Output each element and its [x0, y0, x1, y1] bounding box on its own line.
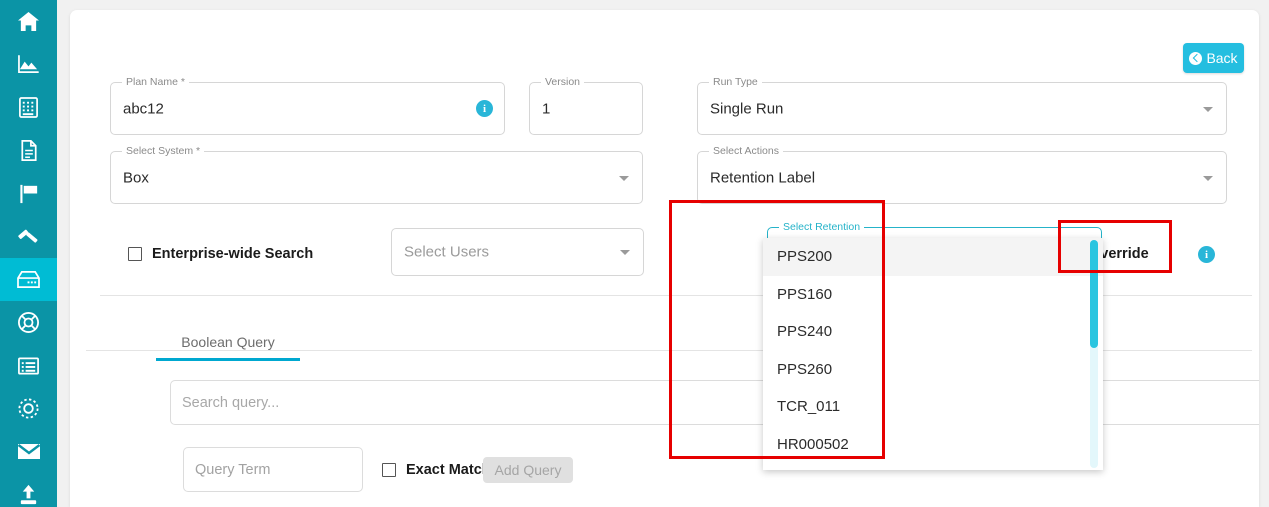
- archive-box-icon: [16, 269, 41, 290]
- chevron-down-icon[interactable]: [1203, 106, 1213, 112]
- retention-option[interactable]: PPS260: [763, 351, 1103, 389]
- dropdown-scrollbar[interactable]: [1090, 240, 1098, 468]
- sidebar-item-home[interactable]: [0, 0, 57, 43]
- sidebar-item-legal[interactable]: [0, 215, 57, 258]
- sidebar-item-mail[interactable]: [0, 430, 57, 473]
- chevron-down-icon[interactable]: [619, 175, 629, 181]
- target-icon: [17, 397, 40, 420]
- select-system-select[interactable]: Select System * Box: [110, 145, 643, 204]
- checkbox-box-icon[interactable]: [382, 463, 396, 477]
- select-system-value: Box: [123, 169, 149, 186]
- sidebar-item-archive[interactable]: [0, 258, 57, 301]
- left-sidebar: [0, 0, 57, 507]
- chevron-down-icon[interactable]: [1203, 175, 1213, 181]
- exact-match-label: Exact Match: [406, 462, 491, 478]
- select-actions-label: Select Actions: [709, 145, 783, 158]
- select-retention-label: Select Retention: [779, 221, 865, 234]
- chevron-down-icon[interactable]: [620, 250, 630, 255]
- run-type-value: Single Run: [710, 100, 784, 117]
- sidebar-item-analytics[interactable]: [0, 43, 57, 86]
- retention-option[interactable]: PPS200: [763, 238, 1103, 276]
- chart-area-icon: [17, 54, 40, 75]
- plan-name-value: abc12: [123, 100, 164, 117]
- sidebar-item-support[interactable]: [0, 301, 57, 344]
- version-field[interactable]: Version 1: [529, 76, 643, 135]
- calculator-icon: [18, 96, 39, 119]
- select-users-placeholder: Select Users: [404, 243, 490, 261]
- select-users-select[interactable]: Select Users: [391, 228, 644, 276]
- select-system-label: Select System *: [122, 145, 205, 158]
- sidebar-item-documents[interactable]: [0, 129, 57, 172]
- lifebuoy-icon: [17, 311, 40, 334]
- select-retention-dropdown[interactable]: PPS200 PPS160 PPS240 PPS260 TCR_011 HR00…: [763, 238, 1103, 470]
- search-query-placeholder: Search query...: [182, 395, 280, 411]
- sidebar-item-lists[interactable]: [0, 344, 57, 387]
- enterprise-search-label: Enterprise-wide Search: [152, 246, 314, 262]
- select-actions-select[interactable]: Select Actions Retention Label: [697, 145, 1227, 204]
- app-root: Back Plan Name * abc12 i Version 1 Run T…: [0, 0, 1269, 507]
- sidebar-item-flags[interactable]: [0, 172, 57, 215]
- upload-icon: [17, 483, 40, 506]
- select-actions-value: Retention Label: [710, 169, 816, 186]
- sidebar-item-upload[interactable]: [0, 473, 57, 507]
- run-type-label: Run Type: [709, 76, 762, 89]
- main-card: Back Plan Name * abc12 i Version 1 Run T…: [70, 10, 1259, 507]
- run-type-select[interactable]: Run Type Single Run: [697, 76, 1227, 135]
- gavel-icon: [17, 225, 40, 248]
- add-query-button[interactable]: Add Query: [483, 457, 573, 483]
- list-icon: [17, 356, 40, 376]
- chevron-left-circle-icon: [1189, 51, 1203, 65]
- retention-option[interactable]: TCR_011: [763, 388, 1103, 426]
- document-icon: [19, 139, 39, 162]
- sidebar-item-calculator[interactable]: [0, 86, 57, 129]
- tab-active-underline: [156, 358, 300, 361]
- retention-option[interactable]: HR000502: [763, 426, 1103, 464]
- tab-boolean-query[interactable]: Boolean Query: [156, 323, 300, 361]
- version-label: Version: [541, 76, 585, 89]
- tab-boolean-query-label: Boolean Query: [181, 334, 275, 350]
- sidebar-item-targets[interactable]: [0, 387, 57, 430]
- exact-match-checkbox[interactable]: Exact Match: [382, 462, 491, 478]
- version-value: 1: [542, 100, 551, 117]
- dropdown-scrollbar-thumb[interactable]: [1090, 240, 1098, 348]
- plan-name-label: Plan Name *: [122, 76, 189, 89]
- checkbox-box-icon[interactable]: [128, 247, 142, 261]
- retention-option[interactable]: PPS160: [763, 276, 1103, 314]
- plan-name-field[interactable]: Plan Name * abc12 i: [110, 76, 505, 135]
- query-term-placeholder: Query Term: [195, 461, 271, 478]
- envelope-icon: [17, 442, 41, 461]
- query-term-input[interactable]: Query Term: [183, 447, 363, 492]
- retention-option[interactable]: PPS240: [763, 313, 1103, 351]
- back-button-label: Back: [1206, 50, 1238, 66]
- back-button[interactable]: Back: [1183, 43, 1244, 73]
- enterprise-search-checkbox[interactable]: Enterprise-wide Search: [128, 246, 313, 262]
- info-circle-icon[interactable]: i: [476, 100, 493, 117]
- home-icon: [17, 11, 40, 32]
- flag-icon: [18, 182, 40, 205]
- info-circle-icon[interactable]: i: [1198, 246, 1215, 263]
